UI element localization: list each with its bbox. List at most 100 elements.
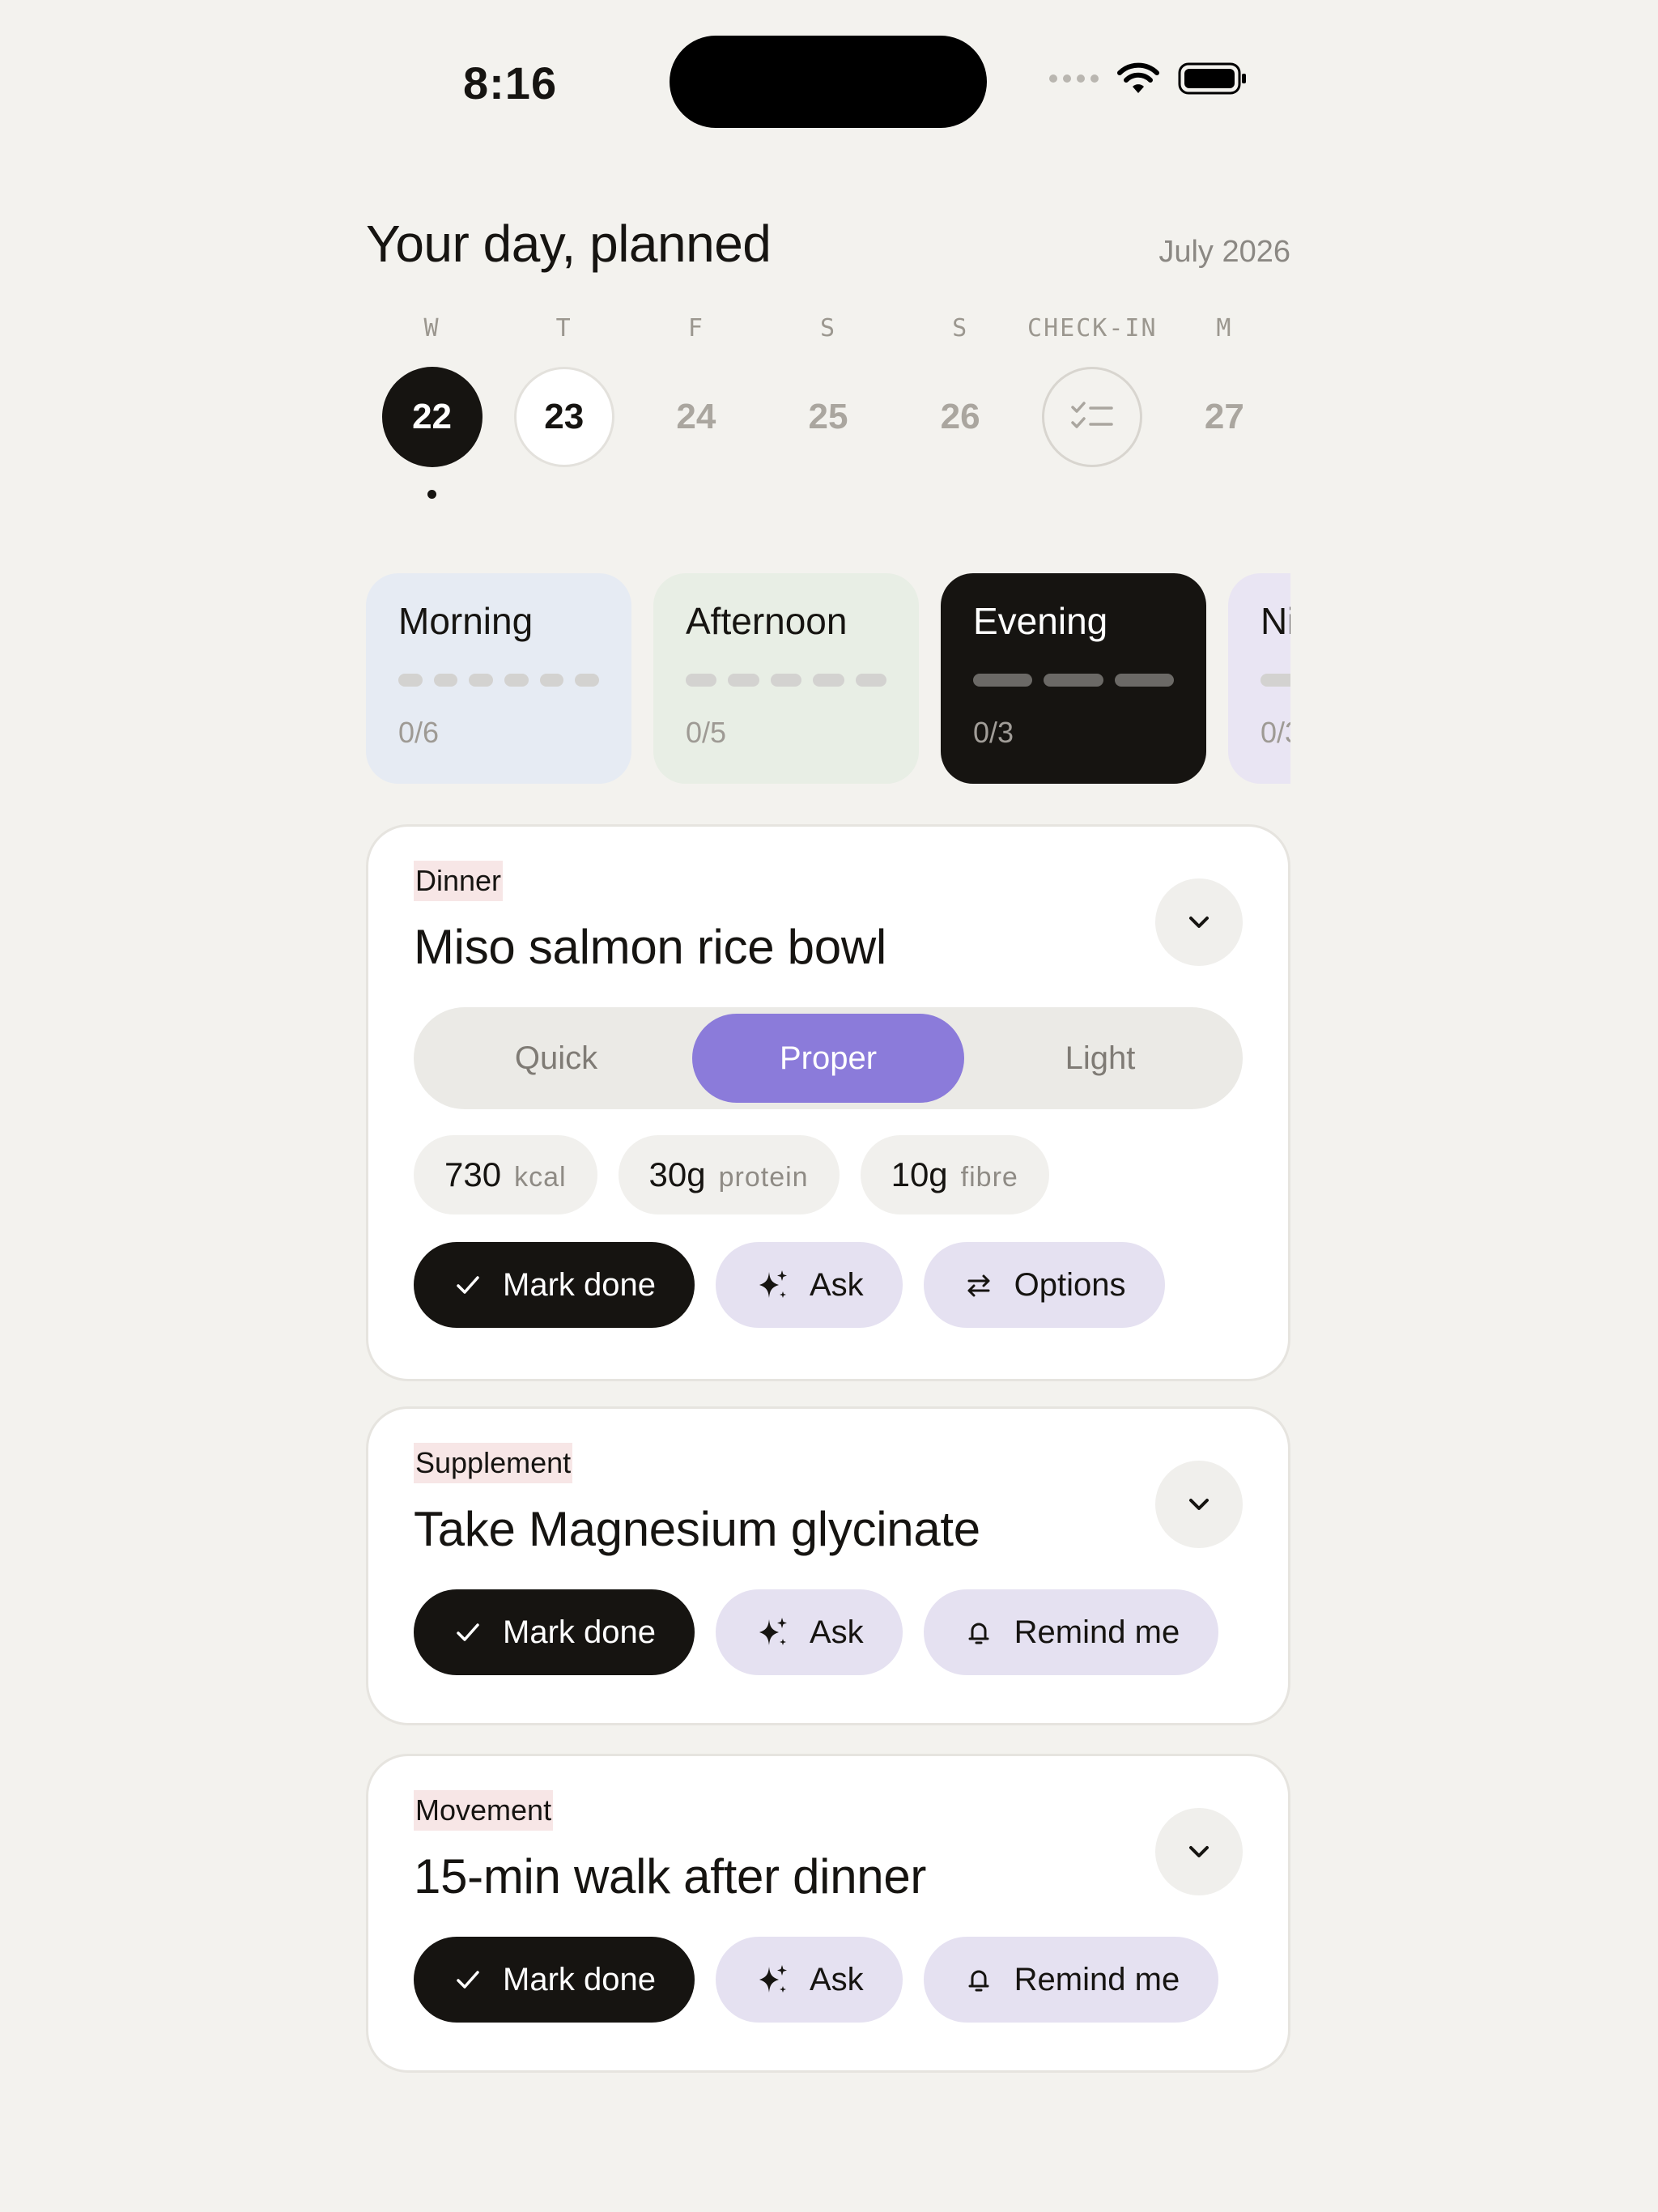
period-progress xyxy=(686,674,886,687)
task-title: 15-min walk after dinner xyxy=(414,1849,927,1904)
remind-me-button[interactable]: Remind me xyxy=(923,1589,1219,1675)
weekday-label: CHECK-IN xyxy=(1027,314,1158,342)
check-in-button[interactable] xyxy=(1042,367,1143,467)
mark-done-button[interactable]: Mark done xyxy=(414,1589,695,1675)
sparkle-icon xyxy=(759,1270,787,1298)
signal-icon xyxy=(1049,74,1099,83)
portion-option-quick[interactable]: Quick xyxy=(420,1014,692,1103)
period-name: Morning xyxy=(398,600,534,642)
day-indicator-dot xyxy=(427,490,437,499)
stat-unit: fibre xyxy=(960,1162,1018,1193)
chevron-down-icon xyxy=(1189,917,1209,928)
period-name: Evening xyxy=(973,600,1108,642)
bell-icon xyxy=(968,1623,989,1644)
button-label: Mark done xyxy=(503,1961,656,1997)
ask-button[interactable]: Ask xyxy=(715,1589,903,1675)
ask-button[interactable]: Ask xyxy=(715,1937,903,2023)
weekday-labels: W T F S S CHECK-IN M xyxy=(366,314,1290,342)
button-label: Remind me xyxy=(1014,1961,1180,1997)
day-24[interactable]: 24 xyxy=(646,367,746,467)
page-header: Your day, planned July 2026 xyxy=(366,214,1290,274)
day-cell: 22 xyxy=(366,367,498,499)
button-label: Mark done xyxy=(503,1266,656,1303)
checklist-icon xyxy=(1071,402,1114,428)
day-cell: 25 xyxy=(762,367,894,499)
options-button[interactable]: Options xyxy=(923,1242,1165,1328)
period-card-afternoon[interactable]: Afternoon 0/5 xyxy=(653,573,919,784)
day-23[interactable]: 23 xyxy=(513,367,614,467)
battery-icon xyxy=(1178,62,1246,95)
day-number: 27 xyxy=(1204,397,1244,436)
day-cell: 23 xyxy=(498,367,630,499)
portion-option-light[interactable]: Light xyxy=(964,1014,1236,1103)
stat-unit: kcal xyxy=(514,1162,567,1193)
portion-option-proper[interactable]: Proper xyxy=(692,1014,964,1103)
weekday-label: S xyxy=(952,314,969,342)
task-actions: Mark done Ask Remind me xyxy=(414,1589,1243,1675)
stat-value: 730 xyxy=(444,1155,502,1193)
period-selector: Morning 0/6 Afternoon 0/5 Evening 0/3 Night 0/3 xyxy=(366,573,1290,784)
day-26[interactable]: 26 xyxy=(910,367,1010,467)
bell-icon xyxy=(968,1970,989,1992)
progress-segment xyxy=(504,674,529,687)
progress-segment xyxy=(728,674,759,687)
period-progress xyxy=(398,674,599,687)
period-name: Afternoon xyxy=(686,600,848,642)
day-number: 25 xyxy=(808,397,848,436)
status-icons xyxy=(1049,62,1248,96)
task-actions: Mark done Ask Remind me xyxy=(414,1937,1243,2023)
day-number: 22 xyxy=(412,397,453,436)
progress-segment xyxy=(575,674,599,687)
stat-chip-protein: 30g protein xyxy=(618,1135,840,1214)
check-icon xyxy=(457,1971,479,1989)
month-label[interactable]: July 2026 xyxy=(1158,235,1290,270)
expand-button[interactable] xyxy=(1155,878,1243,966)
wifi-icon xyxy=(1117,62,1159,93)
expand-button[interactable] xyxy=(1155,1461,1243,1548)
day-22[interactable]: 22 xyxy=(381,367,483,467)
period-card-night[interactable]: Night 0/3 xyxy=(1228,573,1290,784)
nutrition-stats: 730 kcal 30g protein 10g fibre xyxy=(414,1135,1243,1214)
task-card-movement: Movement 15-min walk after dinner Mark d… xyxy=(366,1754,1290,2073)
button-label: Ask xyxy=(809,1961,864,1997)
task-tag: Movement xyxy=(414,1790,554,1831)
swap-icon xyxy=(967,1274,990,1297)
day-number: 23 xyxy=(544,397,585,436)
portion-toggle: Quick Proper Light xyxy=(414,1007,1243,1109)
day-27[interactable]: 27 xyxy=(1174,367,1274,467)
remind-me-button[interactable]: Remind me xyxy=(923,1937,1219,2023)
task-card-dinner: Dinner Miso salmon rice bowl Quick Proper… xyxy=(366,824,1290,1381)
stat-unit: protein xyxy=(718,1162,809,1193)
task-tag: Supplement xyxy=(414,1443,573,1483)
button-label: Ask xyxy=(809,1614,864,1650)
stat-chip-kcal: 730 kcal xyxy=(414,1135,597,1214)
progress-segment xyxy=(398,674,423,687)
period-card-morning[interactable]: Morning 0/6 xyxy=(366,573,631,784)
mark-done-button[interactable]: Mark done xyxy=(414,1242,695,1328)
expand-button[interactable] xyxy=(1155,1808,1243,1895)
task-title: Take Magnesium glycinate xyxy=(414,1502,980,1556)
page-title: Your day, planned xyxy=(366,215,772,273)
task-tag: Dinner xyxy=(414,861,504,901)
progress-segment xyxy=(973,674,1033,687)
stat-value: 30g xyxy=(648,1155,706,1193)
mark-done-button[interactable]: Mark done xyxy=(414,1937,695,2023)
button-label: Mark done xyxy=(503,1614,656,1650)
progress-segment xyxy=(813,674,844,687)
day-cell: 24 xyxy=(630,367,762,499)
period-count: 0/5 xyxy=(686,716,727,749)
button-label: Remind me xyxy=(1014,1614,1180,1650)
weekday-dates: 22 23 24 25 26 27 xyxy=(366,367,1290,499)
chevron-down-icon xyxy=(1189,1846,1209,1857)
weekday-label: T xyxy=(555,314,572,342)
progress-segment xyxy=(469,674,493,687)
day-25[interactable]: 25 xyxy=(778,367,878,467)
ask-button[interactable]: Ask xyxy=(715,1242,903,1328)
day-cell: 27 xyxy=(1158,367,1290,499)
weekday-label: W xyxy=(423,314,440,342)
period-card-evening[interactable]: Evening 0/3 xyxy=(941,573,1206,784)
progress-segment xyxy=(686,674,717,687)
day-cell xyxy=(1027,367,1158,499)
check-icon xyxy=(457,1623,479,1641)
stat-value: 10g xyxy=(891,1155,948,1193)
